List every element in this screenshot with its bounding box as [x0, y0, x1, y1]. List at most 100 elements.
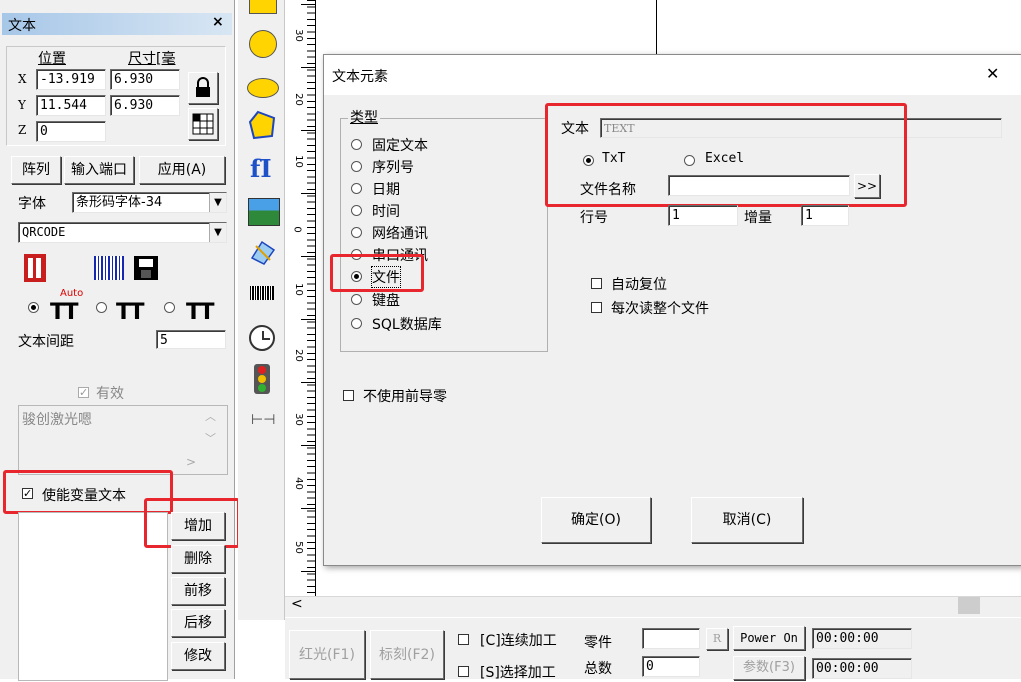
delete-button[interactable]: 删除	[171, 545, 225, 573]
mark-button[interactable]: 标刻(F2)	[370, 630, 444, 679]
scroll-left-icon[interactable]: <	[291, 596, 303, 612]
ruler-label-4: 0	[291, 226, 303, 233]
font-dropdown-icon[interactable]: ▼	[209, 193, 226, 212]
type-keyboard-label: 键盘	[372, 293, 400, 309]
auto-reset-label: 自动复位	[611, 277, 667, 293]
code-select[interactable]: QRCODE	[18, 222, 227, 243]
ruler-label-6: 20	[292, 349, 304, 362]
type-time-radio[interactable]	[351, 205, 362, 216]
params-button[interactable]: 参数(F3)	[733, 656, 805, 680]
ruler-label-3: 10	[292, 155, 304, 168]
no-leading-zero-checkbox[interactable]	[343, 390, 354, 401]
time-elapsed: 00:00:00	[812, 628, 912, 649]
code-dropdown-icon[interactable]: ▼	[209, 223, 226, 242]
no-leading-zero-label: 不使用前导零	[363, 389, 447, 405]
ok-button[interactable]: 确定(O)	[541, 497, 651, 543]
y-input[interactable]: 11.544	[36, 95, 106, 116]
dialog-close-icon[interactable]: ✕	[986, 64, 999, 83]
circle-tool-icon[interactable]	[249, 30, 277, 58]
grid-button[interactable]	[188, 108, 218, 140]
ellipse-tool-icon[interactable]	[247, 78, 279, 98]
reset-count-button[interactable]: R	[706, 628, 728, 650]
parts-input[interactable]	[642, 628, 700, 649]
y-label: Y	[18, 98, 26, 112]
valid-label: 有效	[96, 386, 124, 402]
barcode-tool-icon[interactable]	[250, 286, 274, 300]
tt-spacing-icon: TT	[116, 300, 144, 325]
cancel-button[interactable]: 取消(C)	[691, 497, 803, 543]
panel-title: 文本	[8, 18, 36, 34]
move-back-button[interactable]: 后移	[171, 609, 225, 637]
spacing-mode-auto-radio[interactable]	[28, 302, 39, 313]
z-input[interactable]: 0	[36, 121, 106, 142]
valid-checkbox[interactable]: ✓	[78, 387, 89, 398]
type-serial-radio[interactable]	[351, 161, 362, 172]
scroll-thumb[interactable]	[958, 597, 980, 614]
io-signal-tool-icon[interactable]	[254, 364, 270, 394]
polygon-tool-icon[interactable]	[248, 110, 278, 140]
red-light-button[interactable]: 红光(F1)	[289, 630, 365, 679]
type-fixed-text-radio[interactable]	[351, 139, 362, 150]
highlight-add	[144, 498, 240, 548]
type-keyboard-radio[interactable]	[351, 294, 362, 305]
x-label: X	[18, 72, 27, 86]
read-whole-file-label: 每次读整个文件	[611, 301, 709, 317]
x-input[interactable]: -13.919	[36, 69, 106, 90]
increment-input[interactable]: 1	[801, 205, 849, 226]
text-tool-icon[interactable]: fI	[250, 154, 272, 183]
vector-tool-icon[interactable]	[248, 238, 278, 268]
time-total: 00:00:00	[812, 658, 912, 679]
type-sql-radio[interactable]	[351, 318, 362, 329]
move-forward-button[interactable]: 前移	[171, 577, 225, 605]
text-spacing-input[interactable]: 5	[156, 330, 226, 349]
line-number-label: 行号	[580, 210, 608, 226]
read-whole-file-checkbox[interactable]	[591, 302, 602, 313]
timer-tool-icon[interactable]	[249, 325, 275, 351]
type-network-radio[interactable]	[351, 227, 362, 238]
image-tool-icon[interactable]	[248, 198, 280, 226]
barcode-red-icon[interactable]	[24, 254, 46, 282]
z-label: Z	[18, 123, 27, 137]
textarea-scroll-up-icon[interactable]: ︿	[205, 408, 216, 424]
type-serial-label: 序列号	[372, 160, 414, 176]
type-time-label: 时间	[372, 204, 400, 220]
auto-reset-checkbox[interactable]	[591, 278, 602, 289]
rectangle-tool-icon[interactable]	[249, 0, 277, 14]
select-process-checkbox[interactable]	[458, 666, 469, 677]
horizontal-scrollbar[interactable]	[285, 596, 1021, 617]
modify-button[interactable]: 修改	[171, 642, 225, 670]
spacing-mode-3-radio[interactable]	[164, 302, 175, 313]
canvas-line	[656, 0, 657, 62]
apply-button[interactable]: 应用(A)	[139, 156, 225, 184]
ruler-label-9: 50	[292, 541, 304, 554]
select-process-label: [S]选择加工	[480, 665, 556, 681]
ruler-label-2: 20	[292, 93, 304, 106]
delay-tool-icon[interactable]: ⊢⊣	[251, 412, 275, 428]
font-label: 字体	[18, 196, 46, 212]
text-spacing-label: 文本间距	[18, 334, 74, 350]
width-input[interactable]: 6.930	[110, 69, 180, 90]
lock-icon	[196, 77, 210, 97]
type-date-radio[interactable]	[351, 183, 362, 194]
tt-width-icon: TT	[186, 300, 214, 325]
lock-button[interactable]	[188, 72, 218, 104]
spacing-mode-2-radio[interactable]	[96, 302, 107, 313]
array-button[interactable]: 阵列	[11, 156, 61, 184]
barcode-blue-icon[interactable]	[94, 256, 124, 280]
auto-label: Auto	[60, 288, 84, 299]
save-icon[interactable]	[134, 256, 158, 280]
height-input[interactable]: 6.930	[110, 95, 180, 116]
line-number-input[interactable]: 1	[668, 205, 738, 226]
textarea-scroll-right-icon[interactable]: >	[186, 455, 196, 469]
panel-close-icon[interactable]: ×	[212, 14, 224, 30]
power-on-button[interactable]: Power On	[733, 626, 805, 650]
input-port-button[interactable]: 输入端口	[64, 156, 134, 184]
total-input[interactable]: 0	[642, 656, 700, 677]
type-date-label: 日期	[372, 182, 400, 198]
continuous-checkbox[interactable]	[458, 634, 469, 645]
textarea-scroll-down-icon[interactable]: ﹀	[205, 430, 216, 446]
grid-icon	[192, 113, 214, 135]
font-select[interactable]: 条形码字体-34	[72, 192, 227, 213]
type-network-label: 网络通讯	[372, 226, 428, 242]
parts-label: 零件	[584, 635, 612, 651]
